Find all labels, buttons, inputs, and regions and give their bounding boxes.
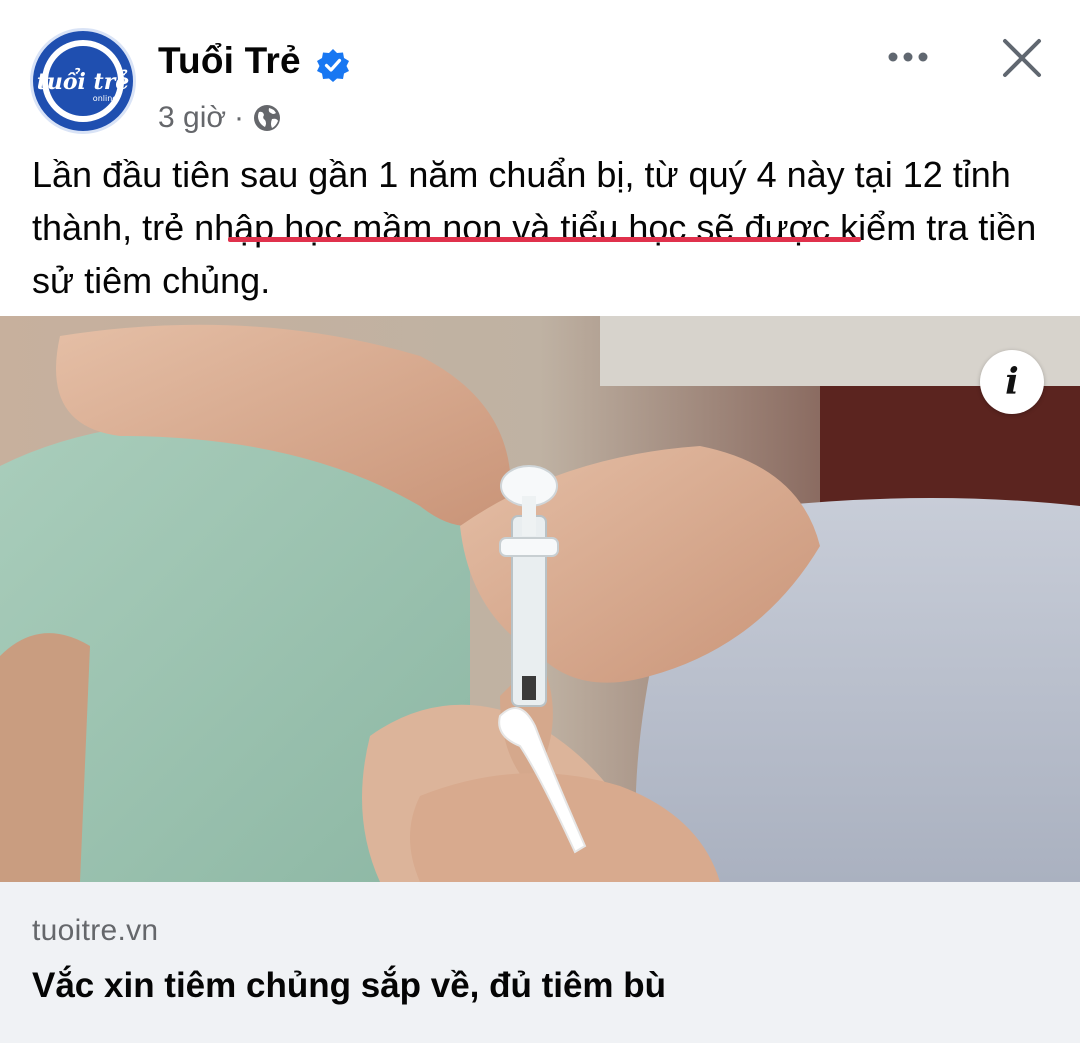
post-caption: Lần đầu tiên sau gần 1 năm chuẩn bị, từ … — [32, 148, 1052, 307]
page-name[interactable]: Tuổi Trẻ — [158, 40, 301, 82]
tuoi-tre-logo: tuổi trẻ online — [37, 67, 130, 103]
link-title[interactable]: Vắc xin tiêm chủng sắp về, đủ tiêm bù — [32, 966, 666, 1006]
vaccination-photo — [0, 316, 1080, 882]
post-time[interactable]: 3 giờ — [158, 101, 226, 135]
post-header: tuổi trẻ online Tuổi Trẻ 3 giờ · — [0, 0, 1080, 140]
logo-subtext: online — [93, 94, 117, 103]
post-meta: 3 giờ · — [158, 98, 282, 138]
meta-separator: · — [234, 101, 245, 134]
logo-text: tuổi trẻ — [37, 67, 130, 95]
link-preview-card[interactable] — [0, 882, 1080, 1043]
post-image[interactable] — [0, 316, 1080, 882]
verified-badge-icon — [317, 49, 349, 82]
globe-icon — [254, 105, 281, 131]
more-options-icon[interactable] — [886, 42, 930, 72]
page-avatar[interactable]: tuổi trẻ online — [30, 28, 136, 134]
link-domain[interactable]: tuoitre.vn — [32, 914, 158, 948]
info-icon[interactable]: i — [980, 350, 1044, 414]
close-icon[interactable] — [1000, 36, 1044, 80]
highlight-underline — [228, 237, 861, 242]
